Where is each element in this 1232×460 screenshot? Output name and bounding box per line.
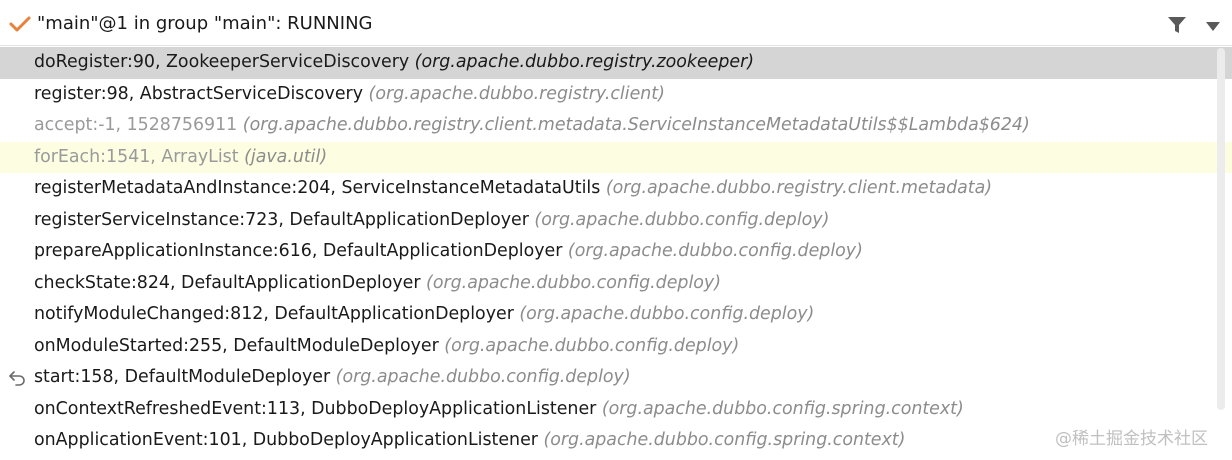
frame-text: prepareApplicationInstance:616, DefaultA… [34,236,863,268]
frame-package: (org.apache.dubbo.registry.client.metada… [242,115,1030,135]
frame-text: forEach:1541, ArrayList (java.util) [34,142,327,174]
frame-package: (org.apache.dubbo.config.spring.context) [601,398,964,419]
frame-method: onContextRefreshedEvent:113, DubboDeploy… [34,398,597,419]
frame-row[interactable]: register:98, AbstractServiceDiscovery (o… [0,79,1232,111]
frame-text: start:158, DefaultModuleDeployer (org.ap… [34,362,631,394]
frame-package: (org.apache.dubbo.config.deploy) [534,209,830,230]
frame-package: (org.apache.dubbo.registry.zookeeper) [414,52,755,72]
frame-package: (org.apache.dubbo.registry.client) [368,83,665,104]
frame-row[interactable]: onModuleStarted:255, DefaultModuleDeploy… [0,331,1232,363]
scrollbar-thumb[interactable] [1217,48,1225,410]
frame-row[interactable]: accept:-1, 1528756911 (org.apache.dubbo.… [0,110,1232,142]
frame-method: register:98, AbstractServiceDiscovery [34,83,363,104]
frame-method: prepareApplicationInstance:616, DefaultA… [34,241,563,261]
frame-row[interactable]: notifyModuleChanged:812, DefaultApplicat… [0,299,1232,331]
frame-method: onApplicationEvent:101, DubboDeployAppli… [34,430,538,450]
frame-text: accept:-1, 1528756911 (org.apache.dubbo.… [34,110,1030,142]
frame-text: checkState:824, DefaultApplicationDeploy… [34,268,721,300]
frame-row[interactable]: onContextRefreshedEvent:113, DubboDeploy… [0,394,1232,426]
frame-text: registerServiceInstance:723, DefaultAppl… [34,205,829,237]
thread-selector[interactable]: "main"@1 in group "main": RUNNING [0,0,1232,46]
frame-method: start:158, DefaultModuleDeployer [34,367,331,387]
filter-icon[interactable] [1167,15,1187,35]
frame-text: registerMetadataAndInstance:204, Service… [34,173,992,205]
vertical-scrollbar[interactable] [1217,48,1225,410]
frame-row[interactable]: onApplicationEvent:101, DubboDeployAppli… [0,425,1232,457]
frame-package: (org.apache.dubbo.config.deploy) [444,335,740,356]
thread-title: "main"@1 in group "main": RUNNING [37,13,373,34]
frame-method: forEach:1541, ArrayList [34,146,239,167]
frame-package: (org.apache.dubbo.config.deploy) [567,241,863,261]
frame-package: (java.util) [244,146,328,167]
frame-package: (org.apache.dubbo.config.deploy) [335,367,631,387]
frame-row[interactable]: forEach:1541, ArrayList (java.util) [0,141,1232,174]
frame-text: doRegister:90, ZookeeperServiceDiscovery… [34,47,754,79]
frame-method: doRegister:90, ZookeeperServiceDiscovery [34,52,410,72]
frame-row[interactable]: start:158, DefaultModuleDeployer (org.ap… [0,362,1232,394]
frame-row[interactable]: registerMetadataAndInstance:204, Service… [0,173,1232,205]
frame-text: onContextRefreshedEvent:113, DubboDeploy… [34,394,964,426]
frame-method: accept:-1, 1528756911 [34,115,238,135]
checkmark-icon [9,16,31,32]
frame-package: (org.apache.dubbo.config.deploy) [519,304,815,324]
frame-row[interactable]: doRegister:90, ZookeeperServiceDiscovery… [0,47,1232,79]
frame-package: (org.apache.dubbo.config.spring.context) [543,430,906,450]
debugger-frames-panel: "main"@1 in group "main": RUNNING doRegi… [0,0,1232,460]
frame-method: notifyModuleChanged:812, DefaultApplicat… [34,304,514,324]
frame-text: register:98, AbstractServiceDiscovery (o… [34,79,665,111]
frame-text: onApplicationEvent:101, DubboDeployAppli… [34,425,905,457]
frame-row[interactable]: prepareApplicationInstance:616, DefaultA… [0,236,1232,268]
frame-package: (org.apache.dubbo.registry.client.metada… [605,178,993,198]
drop-frame-icon[interactable] [8,370,26,386]
frame-text: notifyModuleChanged:812, DefaultApplicat… [34,299,814,331]
frames-list: doRegister:90, ZookeeperServiceDiscovery… [0,47,1232,460]
frame-text: onModuleStarted:255, DefaultModuleDeploy… [34,331,739,363]
frame-method: checkState:824, DefaultApplicationDeploy… [34,272,421,293]
frame-method: registerServiceInstance:723, DefaultAppl… [34,209,529,230]
chevron-down-icon[interactable] [1206,22,1220,31]
frame-row[interactable]: checkState:824, DefaultApplicationDeploy… [0,268,1232,300]
frame-row[interactable]: registerServiceInstance:723, DefaultAppl… [0,205,1232,237]
frame-package: (org.apache.dubbo.config.deploy) [426,272,722,293]
frame-method: registerMetadataAndInstance:204, Service… [34,178,601,198]
frame-method: onModuleStarted:255, DefaultModuleDeploy… [34,335,439,356]
watermark: @稀土掘金技术社区 [1055,429,1208,449]
